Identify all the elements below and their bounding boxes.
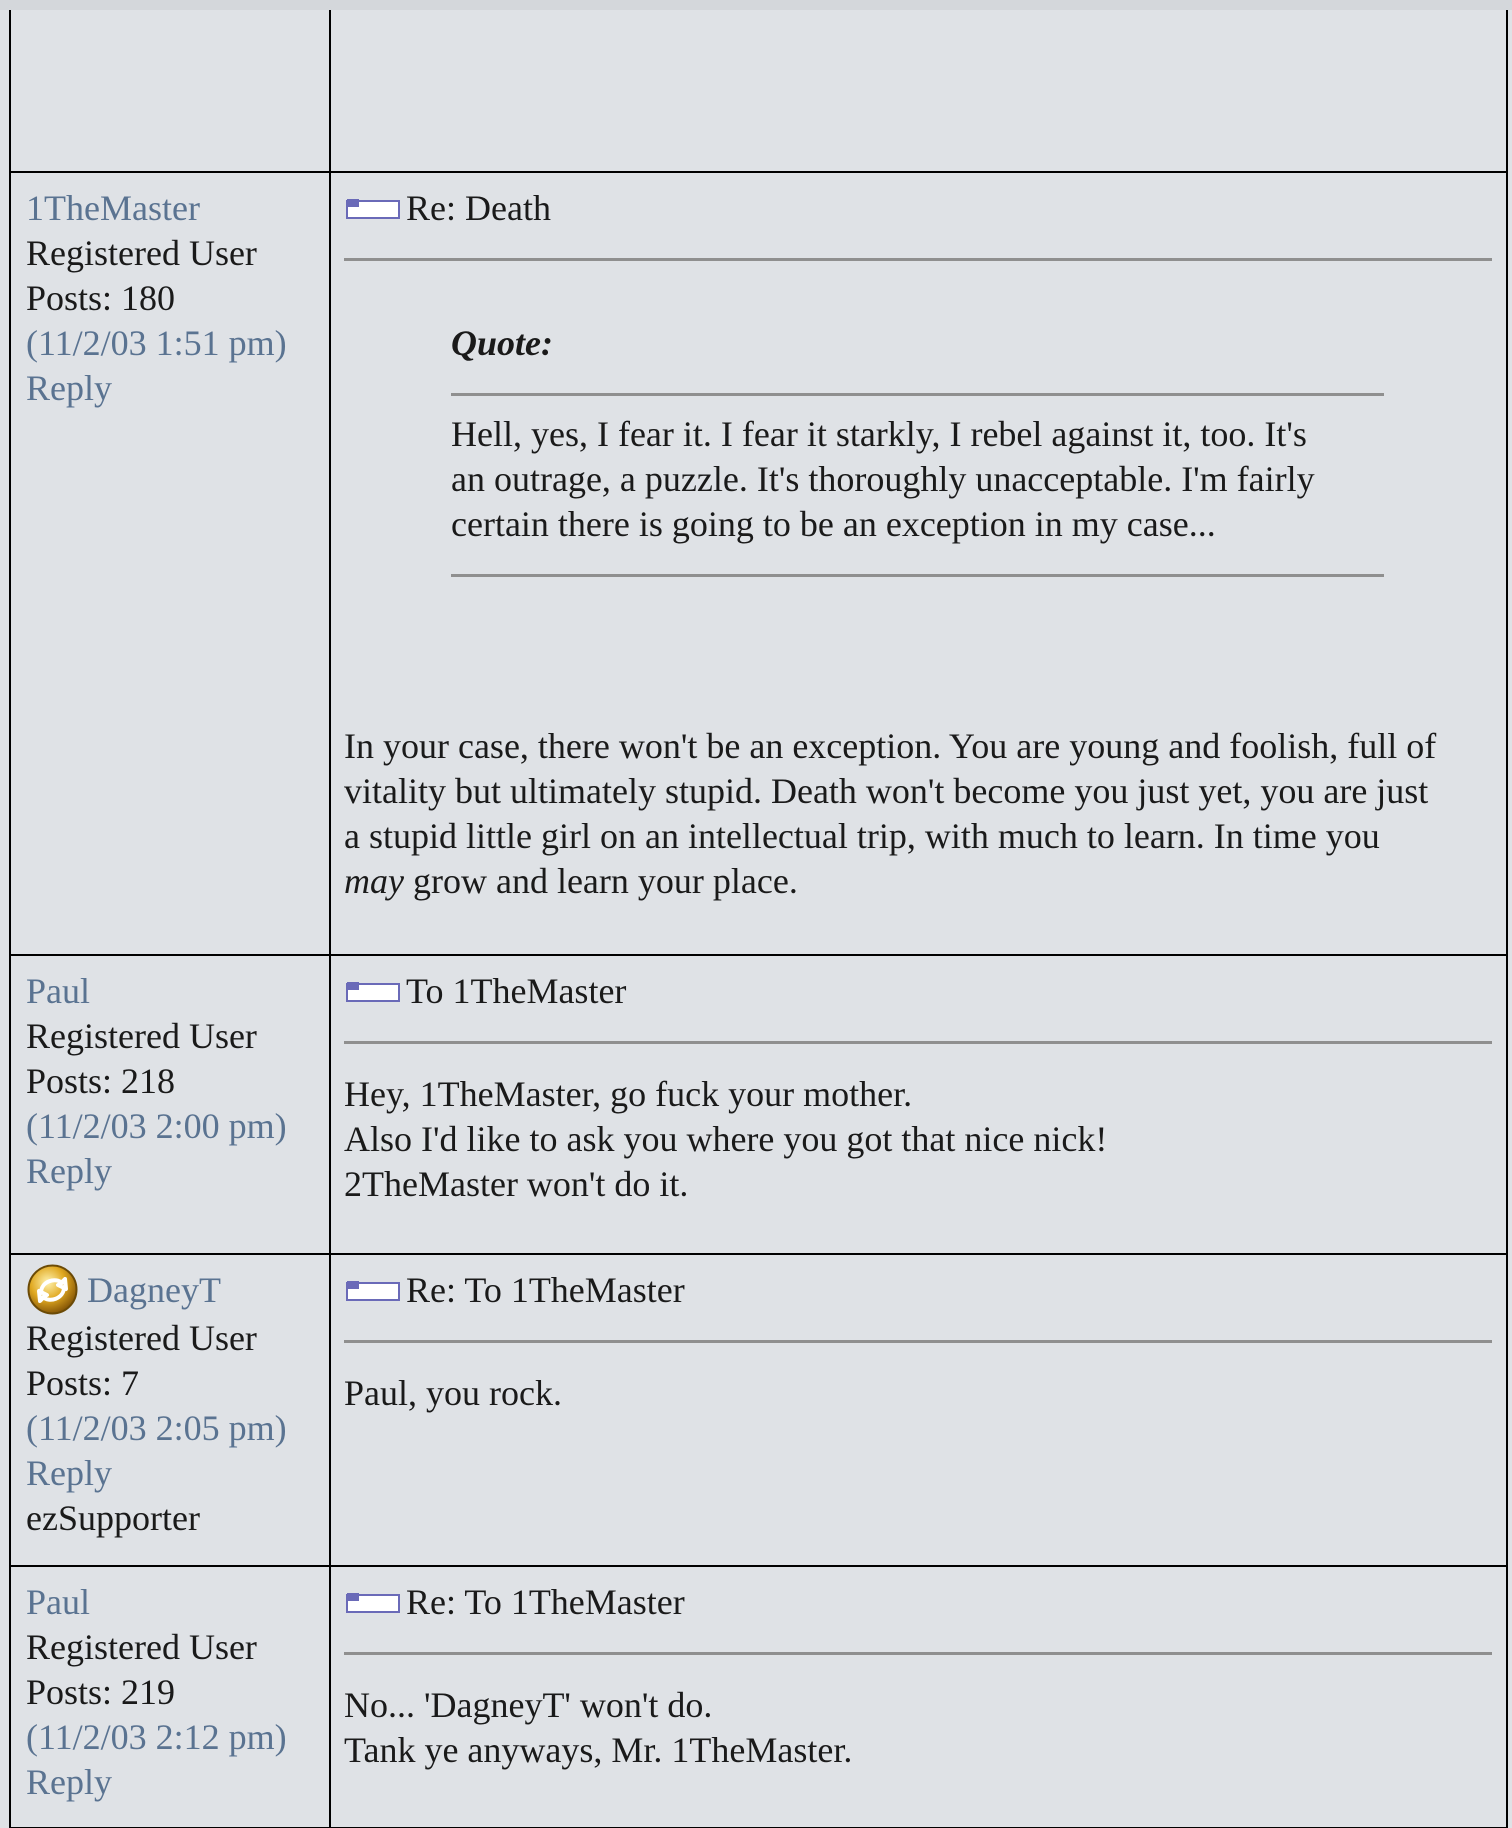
post-date-link[interactable]: (11/2/03 1:51 pm) xyxy=(26,321,329,366)
body-line: a stupid little girl on an intellectual … xyxy=(344,816,1380,856)
body-emphasis: may xyxy=(344,861,404,901)
author-name-link[interactable]: DagneyT xyxy=(87,1270,221,1310)
author-role: Registered User xyxy=(26,1318,257,1359)
author-role: Registered User xyxy=(26,233,257,273)
reply-link[interactable]: Reply xyxy=(26,1451,329,1496)
post-row: Paul Registered User Posts: 218 (11/2/03… xyxy=(9,954,1508,1255)
post-message-icon xyxy=(346,981,400,1002)
previous-message-cell xyxy=(329,10,1508,173)
post-row: DagneyT Registered User Posts: 7 (11/2/0… xyxy=(9,1253,1508,1567)
post-subject: To 1TheMaster xyxy=(406,971,627,1011)
body-line: Paul, you rock. xyxy=(344,1373,562,1413)
supporter-label: ezSupporter xyxy=(26,1498,200,1539)
author-cell: DagneyT Registered User Posts: 7 (11/2/0… xyxy=(9,1253,331,1567)
subject-separator xyxy=(344,1652,1492,1655)
author-name-link[interactable]: Paul xyxy=(26,969,329,1014)
post-body: In your case, there won't be an exceptio… xyxy=(344,724,1492,904)
quote-line: certain there is going to be an exceptio… xyxy=(451,504,1216,544)
post-date-link[interactable]: (11/2/03 2:12 pm) xyxy=(26,1715,329,1760)
post-subject: Re: To 1TheMaster xyxy=(406,1582,685,1622)
message-cell: Re: To 1TheMaster Paul, you rock. xyxy=(329,1253,1508,1567)
author-role: Registered User xyxy=(26,1016,257,1056)
post-message-icon xyxy=(346,198,400,219)
body-line-last: may grow and learn your place. xyxy=(344,859,1492,904)
post-row: Paul Registered User Posts: 219 (11/2/03… xyxy=(9,1565,1508,1828)
quote-top-separator xyxy=(451,393,1384,396)
author-post-count: Posts: 180 xyxy=(26,278,176,318)
quote-line: Hell, yes, I fear it. I fear it starkly,… xyxy=(451,414,1307,454)
author-cell: Paul Registered User Posts: 218 (11/2/03… xyxy=(9,954,331,1255)
message-cell: To 1TheMaster Hey, 1TheMaster, go fuck y… xyxy=(329,954,1508,1255)
post-subject: Re: Death xyxy=(406,188,551,228)
post-date-link[interactable]: (11/2/03 2:05 pm) xyxy=(26,1406,329,1451)
body-line: In your case, there won't be an exceptio… xyxy=(344,726,1437,766)
message-cell: Re: To 1TheMaster No... 'DagneyT' won't … xyxy=(329,1565,1508,1828)
post-row: 1TheMaster Registered User Posts: 180 (1… xyxy=(9,171,1508,956)
body-line: Hey, 1TheMaster, go fuck your mother. xyxy=(344,1074,913,1114)
author-post-count: Posts: 7 xyxy=(26,1363,140,1404)
thread-table: 1TheMaster Registered User Posts: 180 (1… xyxy=(9,10,1508,1828)
post-body: Hey, 1TheMaster, go fuck your mother. Al… xyxy=(344,1072,1492,1207)
subject-row: Re: Death xyxy=(344,186,1492,231)
top-strip xyxy=(0,0,1512,10)
post-body: Paul, you rock. xyxy=(344,1371,1492,1416)
subject-row: Re: To 1TheMaster xyxy=(344,1268,1492,1313)
body-line: No... 'DagneyT' won't do. xyxy=(344,1685,713,1725)
previous-author-cell xyxy=(9,10,331,173)
subject-separator xyxy=(344,1340,1492,1343)
body-line: Tank ye anyways, Mr. 1TheMaster. xyxy=(344,1730,853,1770)
author-name-row: DagneyT xyxy=(26,1264,329,1316)
body-line: vitality but ultimately stupid. Death wo… xyxy=(344,771,1429,811)
reply-link[interactable]: Reply xyxy=(26,1149,329,1194)
post-message-icon xyxy=(346,1592,400,1613)
body-rest: grow and learn your place. xyxy=(403,861,798,901)
quote-block: Quote: Hell, yes, I fear it. I fear it s… xyxy=(451,321,1384,577)
post-body: No... 'DagneyT' won't do. Tank ye anyway… xyxy=(344,1683,1492,1773)
quote-label: Quote: xyxy=(451,323,553,363)
subject-row: To 1TheMaster xyxy=(344,969,1492,1014)
subject-separator xyxy=(344,1041,1492,1044)
author-cell: Paul Registered User Posts: 219 (11/2/03… xyxy=(9,1565,331,1828)
quote-bottom-separator xyxy=(451,574,1384,577)
reply-link[interactable]: Reply xyxy=(26,1760,329,1805)
message-cell: Re: Death Quote: Hell, yes, I fear it. I… xyxy=(329,171,1508,956)
previous-post-row xyxy=(9,10,1508,173)
ezsupporter-badge-icon xyxy=(27,1264,78,1315)
author-post-count: Posts: 218 xyxy=(26,1061,176,1101)
author-name-link[interactable]: 1TheMaster xyxy=(26,186,329,231)
body-line: Also I'd like to ask you where you got t… xyxy=(344,1119,1108,1159)
subject-separator xyxy=(344,258,1492,261)
post-message-icon xyxy=(346,1280,400,1301)
post-date-link[interactable]: (11/2/03 2:00 pm) xyxy=(26,1104,329,1149)
forum-thread-page: 1TheMaster Registered User Posts: 180 (1… xyxy=(0,0,1512,1828)
reply-link[interactable]: Reply xyxy=(26,366,329,411)
body-line: 2TheMaster won't do it. xyxy=(344,1164,689,1204)
subject-row: Re: To 1TheMaster xyxy=(344,1580,1492,1625)
quote-line: an outrage, a puzzle. It's thoroughly un… xyxy=(451,459,1315,499)
post-subject: Re: To 1TheMaster xyxy=(406,1270,685,1310)
author-post-count: Posts: 219 xyxy=(26,1672,176,1712)
author-cell: 1TheMaster Registered User Posts: 180 (1… xyxy=(9,171,331,956)
author-name-link[interactable]: Paul xyxy=(26,1580,329,1625)
author-role: Registered User xyxy=(26,1627,257,1667)
